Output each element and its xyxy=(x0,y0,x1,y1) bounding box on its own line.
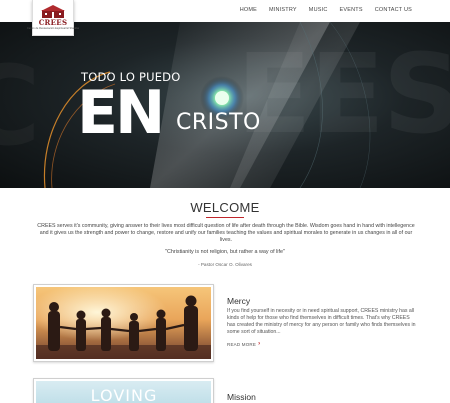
welcome-quote: "Christianity is not religion, but rathe… xyxy=(165,249,285,255)
quote-author: - Pastor Oscar O. Olivares xyxy=(198,262,252,267)
hero-line3: CRISTO xyxy=(176,110,261,135)
nav-contact-us[interactable]: CONTACT US xyxy=(375,7,412,13)
mercy-title: Mercy xyxy=(227,296,251,306)
mercy-read-more-link[interactable]: READ MORE › xyxy=(227,341,260,347)
mission-image[interactable]: LOVING xyxy=(33,378,214,403)
mission-image-text: LOVING xyxy=(91,386,158,403)
logo-subtitle: Centro de Restauración Espiritual El Sha… xyxy=(26,27,80,30)
church-icon xyxy=(41,5,65,18)
site-logo[interactable]: CREES Centro de Restauración Espiritual … xyxy=(27,0,79,36)
mercy-image[interactable] xyxy=(33,284,214,362)
hero-watermark-left: C xyxy=(0,42,41,170)
mission-title: Mission xyxy=(227,392,256,402)
mission-photo: LOVING xyxy=(36,381,211,403)
nav-ministry[interactable]: MINISTRY xyxy=(269,7,297,13)
hero-watermark: EES xyxy=(236,30,450,158)
read-more-label: READ MORE xyxy=(227,341,257,347)
welcome-divider xyxy=(206,217,244,218)
logo-text: CREES xyxy=(38,18,68,27)
site-header: CREES Centro de Restauración Espiritual … xyxy=(0,0,450,36)
nav-events[interactable]: EVENTS xyxy=(340,7,363,13)
welcome-title: WELCOME xyxy=(190,200,260,215)
chevron-right-icon: › xyxy=(258,341,261,347)
nav-home[interactable]: HOME xyxy=(240,7,257,13)
welcome-body: CREES serves it's community, giving answ… xyxy=(37,223,415,243)
mercy-photo xyxy=(36,287,211,359)
nav-music[interactable]: MUSIC xyxy=(309,7,328,13)
mercy-text: If you find yourself in necesity or in n… xyxy=(227,308,416,335)
main-nav: HOME MINISTRY MUSIC EVENTS CONTACT US xyxy=(240,7,412,13)
hero-banner: C EES TODO LO PUEDO EN CRISTO xyxy=(0,22,450,188)
hero-line2: EN xyxy=(77,78,165,148)
